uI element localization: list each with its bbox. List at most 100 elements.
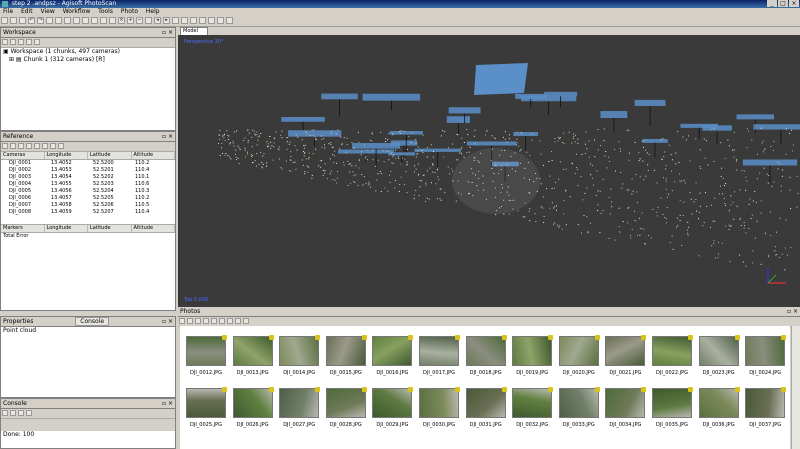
menu-photo[interactable]: Photo (118, 8, 141, 15)
add-chunk-icon[interactable] (2, 39, 8, 45)
enable-icon[interactable] (26, 39, 32, 45)
show-cameras-icon[interactable] (190, 17, 197, 24)
remove-icon[interactable] (18, 39, 24, 45)
col-longitude[interactable]: Longitude (45, 152, 88, 159)
reset-filter-icon[interactable] (227, 318, 233, 324)
zoom-out-icon[interactable]: − (136, 17, 143, 24)
close-button[interactable]: × (789, 0, 799, 7)
col-altitude[interactable]: Altitude (132, 152, 175, 159)
photo-thumbnail[interactable]: DJI_0021.JPG (605, 335, 647, 376)
settings-icon[interactable] (34, 143, 40, 149)
photo-thumbnail[interactable]: DJI_0036.JPG (698, 387, 740, 428)
select-free-icon[interactable] (82, 17, 89, 24)
photo-thumbnail[interactable]: DJI_0030.JPG (419, 387, 460, 428)
maximize-button[interactable]: □ (778, 0, 788, 7)
export-icon[interactable] (10, 143, 16, 149)
photo-thumbnail[interactable]: DJI_0031.JPG (465, 387, 507, 428)
properties-title[interactable]: Properties (3, 318, 33, 325)
photo-thumbnail[interactable]: DJI_0023.JPG (698, 335, 740, 376)
enable-photo-icon[interactable] (211, 318, 217, 324)
rotate-region-icon[interactable] (100, 17, 107, 24)
rotate-right-icon[interactable] (181, 17, 188, 24)
menu-view[interactable]: View (38, 8, 58, 15)
col-latitude[interactable]: Latitude (88, 225, 132, 232)
resize-region-icon[interactable] (91, 17, 98, 24)
menu-help[interactable]: Help (143, 8, 163, 15)
reset-view-icon[interactable] (145, 17, 152, 24)
photo-thumbnail[interactable]: DJI_0029.JPG (372, 387, 414, 428)
tab-console[interactable]: Console (75, 317, 110, 326)
table-row[interactable]: DJI_0005 13.4056 52.5204 110.3 (1, 188, 175, 195)
menu-tools[interactable]: Tools (95, 8, 116, 15)
view-source-icon[interactable] (42, 143, 48, 149)
arrow-left-icon[interactable]: ◂ (154, 17, 161, 24)
photo-thumbnail[interactable]: DJI_0017.JPG (419, 335, 460, 376)
panel-close-icon[interactable]: ▫ × (162, 317, 173, 326)
menu-workflow[interactable]: Workflow (60, 8, 94, 15)
disable-icon[interactable] (34, 39, 40, 45)
panel-close-icon[interactable]: ▫ × (162, 28, 173, 37)
photo-thumbnail[interactable]: DJI_0019.JPG (512, 335, 554, 376)
info-icon[interactable] (26, 410, 32, 416)
photo-thumbnail[interactable]: DJI_0020.JPG (558, 335, 600, 376)
photo-thumbnail[interactable]: DJI_0028.JPG (325, 387, 367, 428)
rotate-cw-icon[interactable] (203, 318, 209, 324)
photo-thumbnail[interactable]: DJI_0034.JPG (605, 387, 647, 428)
table-row[interactable]: DJI_0007 13.4058 52.5206 110.5 (1, 202, 175, 209)
rotate-icon[interactable] (55, 17, 62, 24)
undo-icon[interactable]: ↶ (28, 17, 35, 24)
table-row[interactable]: DJI_0004 13.4055 52.5203 110.6 (1, 181, 175, 188)
new-icon[interactable] (1, 17, 8, 24)
arrow-right-icon[interactable]: ▸ (163, 17, 170, 24)
photo-thumbnail[interactable]: DJI_0013.JPG (232, 335, 274, 376)
rotate-left-icon[interactable] (172, 17, 179, 24)
add-photo-icon[interactable] (179, 318, 185, 324)
col-markers[interactable]: Markers (1, 225, 45, 232)
add-photos-icon[interactable] (10, 39, 16, 45)
table-row[interactable]: DJI_0006 13.4057 52.5205 110.2 (1, 195, 175, 202)
axes-icon[interactable] (226, 17, 233, 24)
photo-thumbnail[interactable]: DJI_0015.JPG (325, 335, 367, 376)
select-circle-icon[interactable] (73, 17, 80, 24)
photo-thumbnail[interactable]: DJI_0026.JPG (232, 387, 274, 428)
clear-icon[interactable] (18, 143, 24, 149)
col-latitude[interactable]: Latitude (88, 152, 132, 159)
panel-close-icon[interactable]: ▫ × (162, 399, 173, 408)
update-icon[interactable] (26, 143, 32, 149)
table-row[interactable]: DJI_0003 13.4054 52.5202 110.1 (1, 174, 175, 181)
save-log-icon[interactable] (2, 410, 8, 416)
minimize-button[interactable]: _ (767, 0, 777, 7)
crop-icon[interactable] (109, 17, 116, 24)
remove-photo-icon[interactable] (187, 318, 193, 324)
open-icon[interactable] (10, 17, 17, 24)
save-icon[interactable] (19, 17, 26, 24)
col-cameras[interactable]: Cameras (1, 152, 45, 159)
photo-thumbnail[interactable]: DJI_0033.JPG (558, 387, 600, 428)
photo-thumbnail[interactable]: DJI_0032.JPG (512, 387, 554, 428)
table-row[interactable]: DJI_0008 13.4059 52.5207 110.4 (1, 209, 175, 216)
table-row[interactable]: DJI_0001 13.4052 52.5200 110.2 (1, 160, 175, 167)
menu-file[interactable]: File (0, 8, 16, 15)
photo-thumbnail[interactable]: DJI_0022.JPG (652, 335, 693, 376)
view-estimated-icon[interactable] (50, 143, 56, 149)
photo-thumbnail[interactable]: DJI_0037.JPG (745, 387, 787, 428)
delete-icon[interactable]: × (118, 17, 125, 24)
zoom-in-icon[interactable]: + (127, 17, 134, 24)
panel-close-icon[interactable]: ▫ × (162, 132, 173, 141)
view-grid-icon[interactable] (235, 318, 241, 324)
view-errors-icon[interactable] (58, 143, 64, 149)
clear-log-icon[interactable] (10, 410, 16, 416)
view-list-icon[interactable] (243, 318, 249, 324)
redo-icon[interactable]: ↷ (37, 17, 44, 24)
scene-canvas[interactable]: Perspective 30° Top 0.000 (178, 35, 800, 307)
photo-thumbnail[interactable]: DJI_0024.JPG (745, 335, 787, 376)
photo-thumbnail[interactable]: DJI_0035.JPG (652, 387, 693, 428)
photo-thumbnail[interactable]: DJI_0012.JPG (186, 335, 227, 376)
select-rect-icon[interactable] (64, 17, 71, 24)
cancel-icon[interactable] (18, 410, 24, 416)
col-altitude[interactable]: Altitude (132, 225, 175, 232)
show-region-icon[interactable] (217, 17, 224, 24)
photo-scrollbar[interactable] (791, 326, 800, 449)
photo-thumbnail[interactable]: DJI_0027.JPG (279, 387, 321, 428)
panel-close-icon[interactable]: ▫ × (787, 307, 798, 316)
